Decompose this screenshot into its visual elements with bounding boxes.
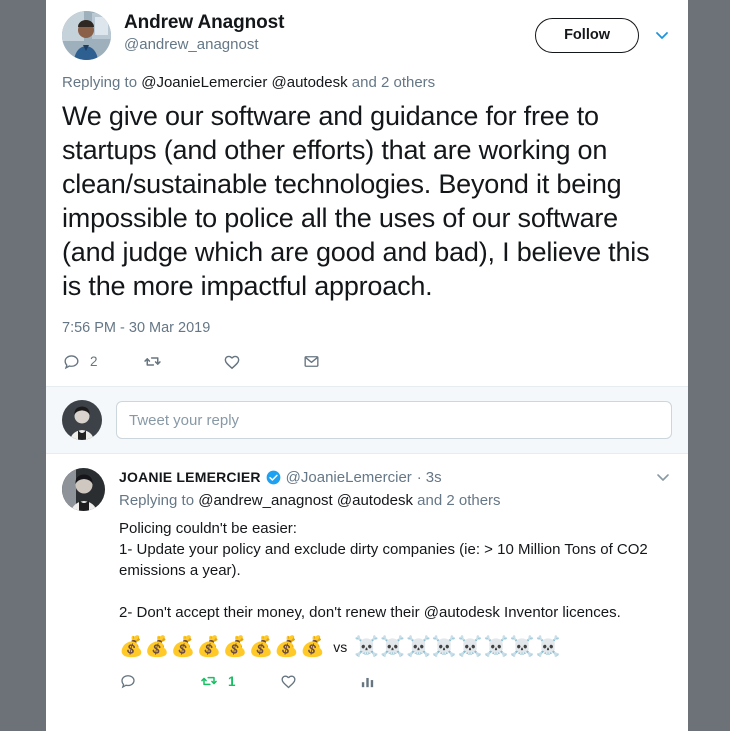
avatar[interactable] xyxy=(62,11,111,60)
replying-to-suffix[interactable]: and 2 others xyxy=(413,492,500,509)
user-handle: @andrew_anagnost xyxy=(124,36,259,53)
reply-tweet: JOANIE LEMERCIER @JoanieLemercier · 3s R… xyxy=(46,454,688,701)
like-button[interactable] xyxy=(279,672,359,691)
emoji-comparison-row: 💰💰💰💰💰💰💰💰 vs ☠️☠️☠️☠️☠️☠️☠️☠️ xyxy=(119,635,672,659)
replying-to-line: Replying to @andrew_anagnost @autodesk a… xyxy=(119,491,672,511)
reply-icon xyxy=(64,355,79,370)
replying-to-prefix: Replying to xyxy=(119,492,199,509)
chevron-down-icon[interactable] xyxy=(654,468,672,486)
retweet-button[interactable]: 1 xyxy=(199,671,279,691)
money-bag-emoji-group: 💰💰💰💰💰💰💰💰 xyxy=(119,636,327,658)
skull-emoji-group: ☠️☠️☠️☠️☠️☠️☠️☠️ xyxy=(354,636,562,658)
avatar-image xyxy=(62,400,102,440)
analytics-button[interactable] xyxy=(359,673,439,690)
heart-icon xyxy=(224,355,240,369)
retweet-icon xyxy=(201,676,217,686)
reply-tweet-actions: 1 xyxy=(119,671,672,701)
replying-to-line: Replying to @JoanieLemercier @autodesk a… xyxy=(62,73,672,93)
like-button[interactable] xyxy=(222,352,302,372)
avatar[interactable] xyxy=(62,468,105,511)
replying-to-prefix: Replying to xyxy=(62,74,142,91)
reply-tweet-text: Policing couldn't be easier: 1- Update y… xyxy=(119,520,648,621)
retweet-icon xyxy=(144,357,161,366)
display-name: JOANIE LEMERCIER xyxy=(119,469,261,485)
main-tweet-header: Andrew Anagnost @andrew_anagnost Follow xyxy=(62,10,672,60)
reply-input[interactable] xyxy=(116,401,672,439)
replying-to-suffix[interactable]: and 2 others xyxy=(348,74,435,91)
main-tweet: Andrew Anagnost @andrew_anagnost Follow … xyxy=(46,0,688,386)
reply-tweet-header: JOANIE LEMERCIER @JoanieLemercier · 3s xyxy=(119,468,672,486)
follow-button[interactable]: Follow xyxy=(535,18,639,53)
analytics-bar-chart-icon xyxy=(361,677,374,687)
tweet-timestamp[interactable]: 7:56 PM - 30 Mar 2019 xyxy=(62,319,672,337)
replying-to-mentions[interactable]: @andrew_anagnost @autodesk xyxy=(198,492,413,509)
direct-message-button[interactable] xyxy=(302,352,321,371)
avatar-image xyxy=(62,468,105,511)
replying-to-mentions[interactable]: @JoanieLemercier @autodesk xyxy=(141,74,347,91)
reply-tweet-body: JOANIE LEMERCIER @JoanieLemercier · 3s R… xyxy=(119,468,672,701)
user-handle: @JoanieLemercier xyxy=(285,468,412,486)
main-tweet-header-actions: Follow xyxy=(535,10,672,53)
page-background: Andrew Anagnost @andrew_anagnost Follow … xyxy=(0,0,730,731)
retweet-count: 1 xyxy=(228,673,236,689)
current-user-avatar[interactable] xyxy=(62,400,102,440)
heart-icon xyxy=(281,675,296,688)
retweet-button[interactable] xyxy=(142,351,222,372)
display-name: Andrew Anagnost xyxy=(124,12,285,33)
reply-composer xyxy=(46,386,688,454)
reply-count: 2 xyxy=(90,354,98,369)
verified-badge-icon xyxy=(266,470,281,484)
envelope-icon xyxy=(304,356,319,367)
tweet-detail-card: Andrew Anagnost @andrew_anagnost Follow … xyxy=(46,0,688,731)
versus-label: vs xyxy=(333,639,348,655)
timestamp-separator: · xyxy=(416,468,422,486)
main-tweet-actions: 2 xyxy=(62,351,672,386)
time-ago[interactable]: 3s xyxy=(426,469,442,486)
avatar-image xyxy=(62,11,111,60)
reply-button[interactable] xyxy=(119,672,199,690)
chevron-down-icon[interactable] xyxy=(652,25,672,45)
reply-button[interactable]: 2 xyxy=(62,352,142,371)
tweet-text: We give our software and guidance for fr… xyxy=(62,101,650,301)
reply-icon xyxy=(121,675,135,689)
main-tweet-identity: Andrew Anagnost @andrew_anagnost xyxy=(124,10,535,55)
